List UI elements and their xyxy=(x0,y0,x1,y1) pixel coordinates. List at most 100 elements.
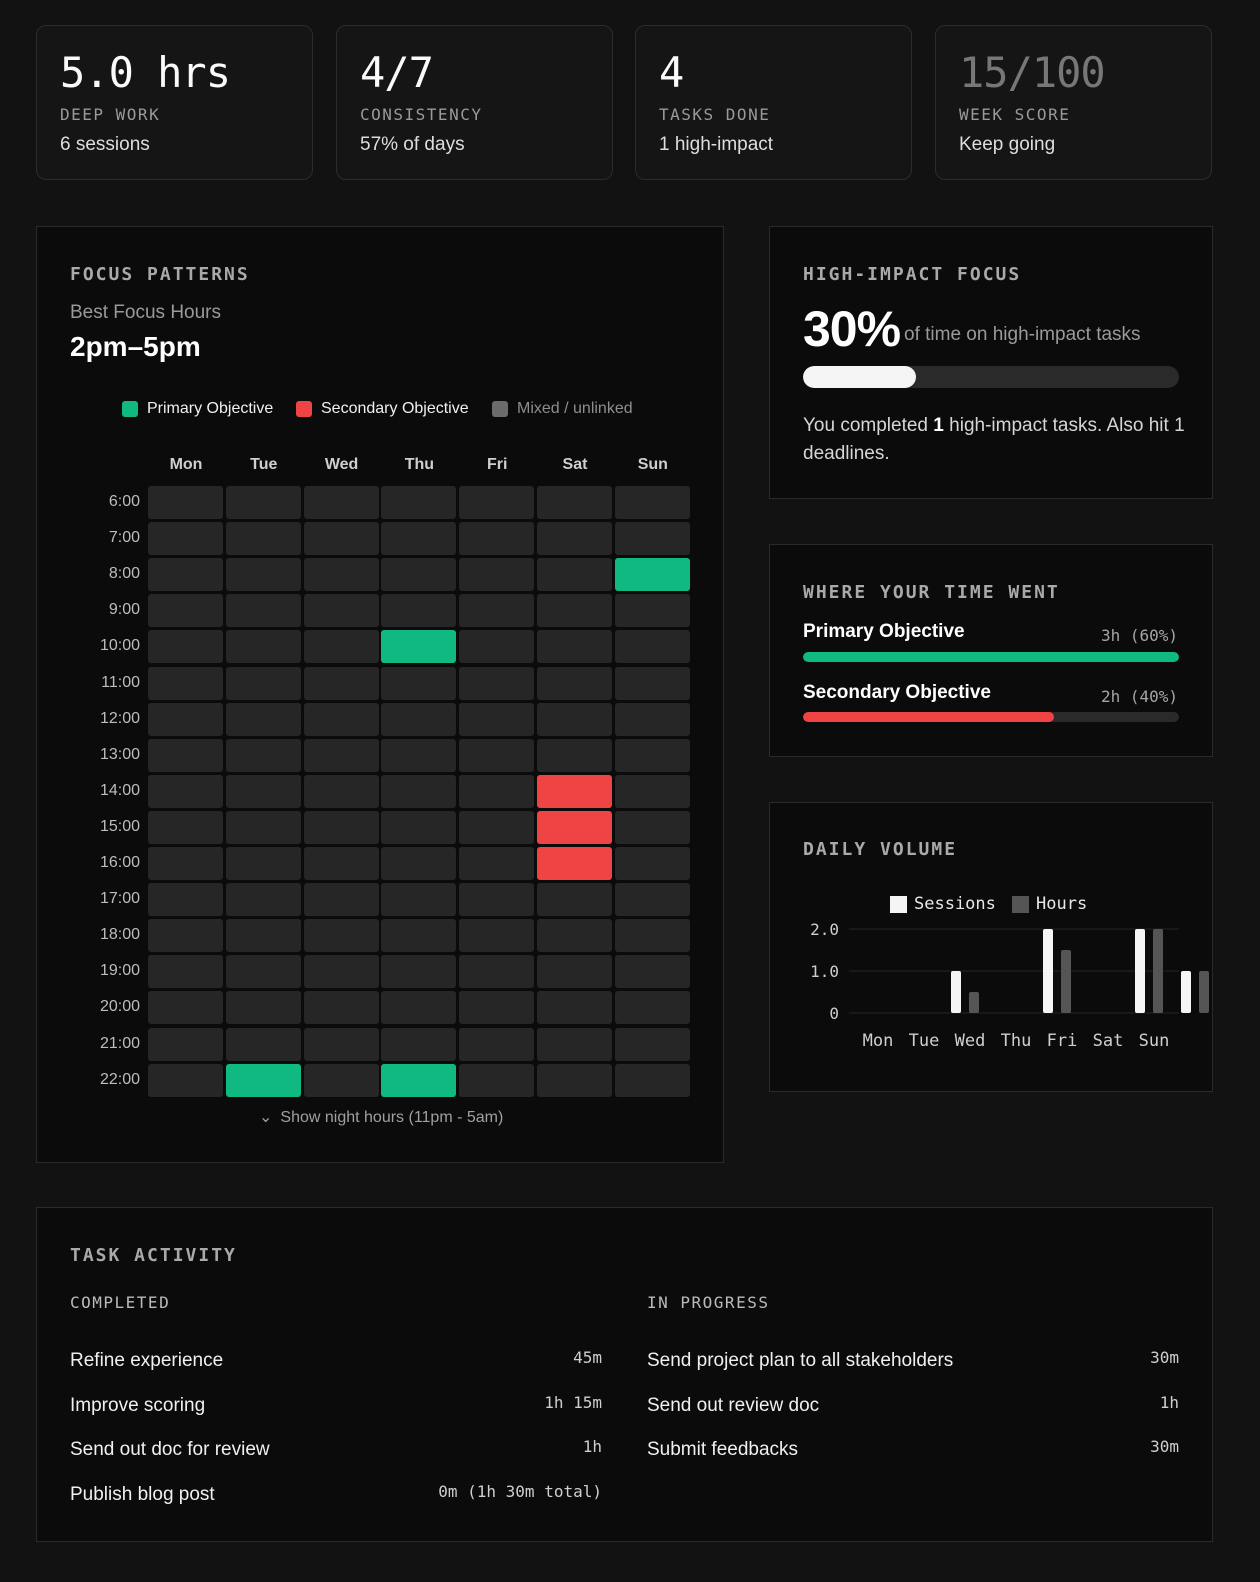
heatmap-cell[interactable] xyxy=(381,955,457,989)
task-name[interactable]: Improve scoring xyxy=(70,1395,205,1417)
heatmap-cell[interactable] xyxy=(303,522,379,556)
heatmap-cell[interactable] xyxy=(148,486,223,519)
heatmap-cell[interactable] xyxy=(381,1063,457,1097)
heatmap-cell[interactable] xyxy=(303,702,379,736)
heatmap-cell[interactable] xyxy=(537,522,612,556)
heatmap-cell[interactable] xyxy=(381,774,457,808)
heatmap-cell[interactable] xyxy=(459,738,535,772)
task-name[interactable]: Publish blog post xyxy=(70,1484,215,1506)
heatmap-cell[interactable] xyxy=(537,738,612,772)
heatmap-cell[interactable] xyxy=(537,919,612,953)
heatmap-cell[interactable] xyxy=(381,991,457,1025)
heatmap-cell[interactable] xyxy=(537,774,612,808)
task-name[interactable]: Send out doc for review xyxy=(70,1439,270,1461)
heatmap-cell[interactable] xyxy=(537,955,612,989)
heatmap-cell[interactable] xyxy=(537,991,612,1025)
heatmap-cell[interactable] xyxy=(381,738,457,772)
heatmap-cell[interactable] xyxy=(459,883,535,917)
heatmap-cell[interactable] xyxy=(381,847,457,880)
heatmap-cell[interactable] xyxy=(303,630,379,664)
heatmap-cell[interactable] xyxy=(225,883,301,917)
heatmap-cell[interactable] xyxy=(459,486,535,519)
heatmap-cell[interactable] xyxy=(614,955,690,989)
heatmap-cell[interactable] xyxy=(381,594,457,628)
heatmap-cell[interactable] xyxy=(537,594,612,628)
heatmap-cell[interactable] xyxy=(148,594,223,628)
heatmap-cell[interactable] xyxy=(614,991,690,1025)
heatmap-cell[interactable] xyxy=(381,1027,457,1061)
heatmap-cell[interactable] xyxy=(614,1063,690,1097)
heatmap-cell[interactable] xyxy=(381,630,457,664)
heatmap-cell[interactable] xyxy=(148,774,223,808)
heatmap-cell[interactable] xyxy=(225,847,301,880)
heatmap-cell[interactable] xyxy=(459,774,535,808)
heatmap-cell[interactable] xyxy=(225,991,301,1025)
heatmap-cell[interactable] xyxy=(303,955,379,989)
heatmap-cell[interactable] xyxy=(303,847,379,880)
heatmap-cell[interactable] xyxy=(303,558,379,592)
heatmap-cell[interactable] xyxy=(148,847,223,880)
heatmap-cell[interactable] xyxy=(537,630,612,664)
task-name[interactable]: Send out review doc xyxy=(647,1395,819,1417)
heatmap-cell[interactable] xyxy=(614,522,690,556)
heatmap-cell[interactable] xyxy=(303,883,379,917)
task-name[interactable]: Refine experience xyxy=(70,1350,223,1372)
heatmap-cell[interactable] xyxy=(225,1063,301,1097)
heatmap-cell[interactable] xyxy=(225,522,301,556)
heatmap-cell[interactable] xyxy=(148,883,223,917)
heatmap-cell[interactable] xyxy=(148,810,223,844)
heatmap-cell[interactable] xyxy=(148,1063,223,1097)
heatmap-cell[interactable] xyxy=(148,702,223,736)
heatmap-cell[interactable] xyxy=(225,955,301,989)
heatmap-cell[interactable] xyxy=(303,919,379,953)
heatmap-cell[interactable] xyxy=(148,955,223,989)
heatmap-cell[interactable] xyxy=(303,594,379,628)
heatmap-cell[interactable] xyxy=(225,702,301,736)
heatmap-cell[interactable] xyxy=(614,702,690,736)
heatmap-cell[interactable] xyxy=(148,919,223,953)
heatmap-cell[interactable] xyxy=(225,738,301,772)
heatmap-cell[interactable] xyxy=(537,810,612,844)
heatmap-cell[interactable] xyxy=(459,522,535,556)
heatmap-cell[interactable] xyxy=(148,738,223,772)
heatmap-cell[interactable] xyxy=(537,486,612,519)
heatmap-cell[interactable] xyxy=(303,991,379,1025)
heatmap-cell[interactable] xyxy=(614,1027,690,1061)
heatmap-cell[interactable] xyxy=(148,558,223,592)
heatmap-cell[interactable] xyxy=(614,774,690,808)
heatmap-cell[interactable] xyxy=(614,738,690,772)
heatmap-cell[interactable] xyxy=(614,630,690,664)
heatmap-cell[interactable] xyxy=(614,666,690,700)
heatmap-cell[interactable] xyxy=(225,558,301,592)
heatmap-cell[interactable] xyxy=(459,666,535,700)
heatmap-cell[interactable] xyxy=(303,738,379,772)
heatmap-cell[interactable] xyxy=(225,666,301,700)
heatmap-cell[interactable] xyxy=(381,522,457,556)
heatmap-cell[interactable] xyxy=(537,847,612,880)
heatmap-cell[interactable] xyxy=(614,883,690,917)
heatmap-cell[interactable] xyxy=(225,630,301,664)
heatmap-cell[interactable] xyxy=(148,666,223,700)
heatmap-cell[interactable] xyxy=(303,810,379,844)
heatmap-cell[interactable] xyxy=(459,1063,535,1097)
heatmap-cell[interactable] xyxy=(381,558,457,592)
heatmap-cell[interactable] xyxy=(225,919,301,953)
heatmap-cell[interactable] xyxy=(225,486,301,519)
heatmap-cell[interactable] xyxy=(614,810,690,844)
heatmap-cell[interactable] xyxy=(459,919,535,953)
heatmap-cell[interactable] xyxy=(459,955,535,989)
heatmap-cell[interactable] xyxy=(381,486,457,519)
heatmap-cell[interactable] xyxy=(537,1063,612,1097)
heatmap-cell[interactable] xyxy=(537,702,612,736)
heatmap-cell[interactable] xyxy=(537,883,612,917)
task-name[interactable]: Submit feedbacks xyxy=(647,1439,798,1461)
heatmap-cell[interactable] xyxy=(225,594,301,628)
show-night-hours-button[interactable]: ⌄ Show night hours (11pm - 5am) xyxy=(259,1107,503,1127)
heatmap-cell[interactable] xyxy=(303,1027,379,1061)
heatmap-cell[interactable] xyxy=(537,666,612,700)
heatmap-cell[interactable] xyxy=(381,810,457,844)
heatmap-cell[interactable] xyxy=(614,919,690,953)
heatmap-cell[interactable] xyxy=(148,1027,223,1061)
heatmap-cell[interactable] xyxy=(459,810,535,844)
heatmap-cell[interactable] xyxy=(459,702,535,736)
